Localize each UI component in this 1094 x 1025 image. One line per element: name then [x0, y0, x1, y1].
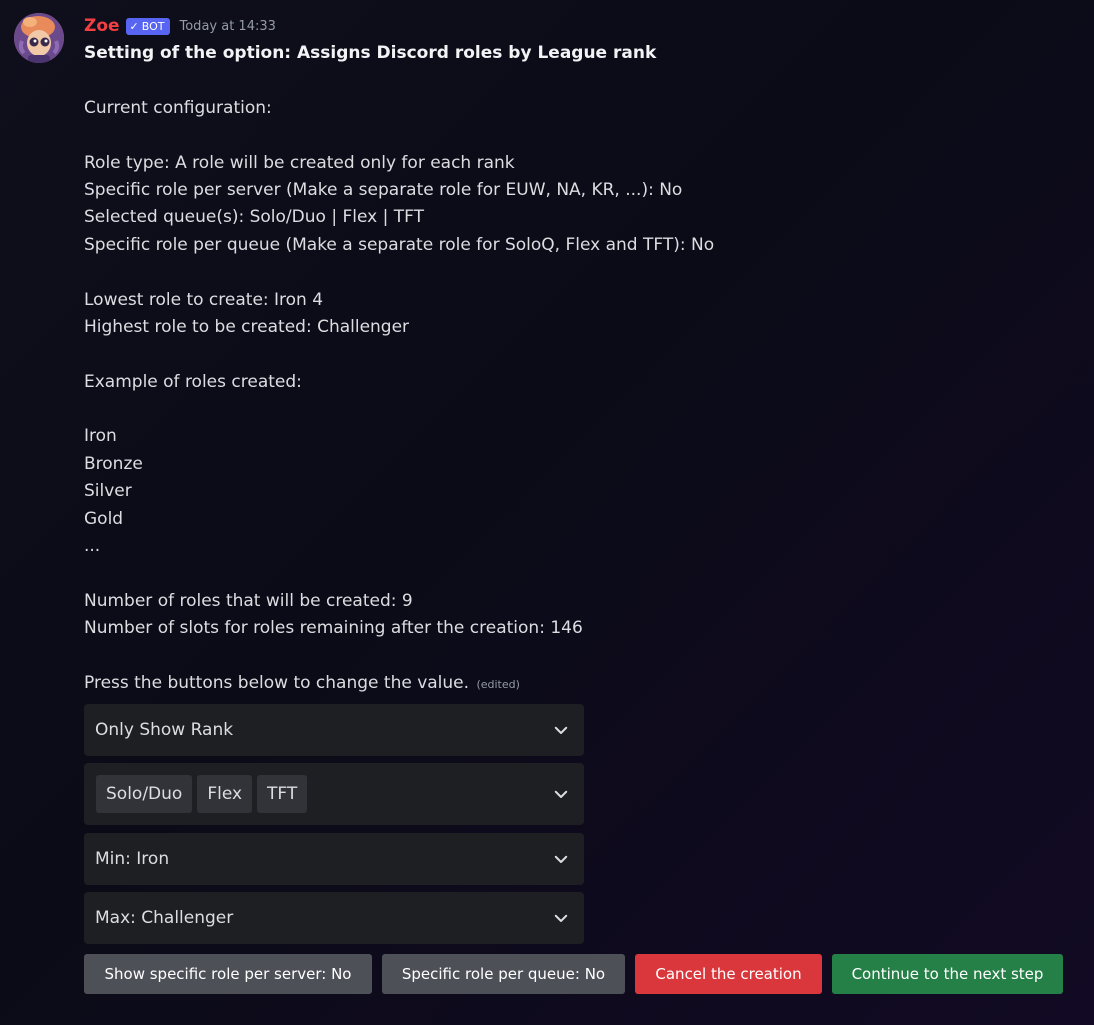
- message-line: [84, 122, 1074, 149]
- verified-check-icon: ✓: [129, 19, 139, 33]
- per-queue-toggle-button[interactable]: Specific role per queue: No: [382, 954, 625, 994]
- queue-chips: Solo/Duo Flex TFT: [96, 775, 308, 813]
- message-content: Setting of the option: Assigns Discord r…: [84, 40, 1074, 697]
- bot-tag-label: BOT: [141, 19, 165, 33]
- chevron-down-icon: [554, 726, 568, 734]
- queue-chip-flex: Flex: [197, 775, 253, 813]
- message-line: [84, 396, 1074, 423]
- chevron-down-icon: [554, 914, 568, 922]
- chevron-down-icon: [554, 855, 568, 863]
- chevron-down-icon: [554, 790, 568, 798]
- message-line: Silver: [84, 481, 132, 502]
- message-line: [84, 560, 1074, 587]
- message-line: Number of slots for roles remaining afte…: [84, 618, 583, 639]
- min-rank-select-value: Min: Iron: [95, 849, 170, 869]
- bot-tag: ✓ BOT: [125, 17, 170, 35]
- per-server-toggle-button[interactable]: Show specific role per server: No: [84, 954, 372, 994]
- message-line: [84, 67, 1074, 94]
- message-line: Highest role to be created: Challenger: [84, 316, 410, 337]
- username[interactable]: Zoe: [84, 16, 120, 36]
- message-line: Example of roles created:: [84, 371, 302, 392]
- message-line: Number of roles that will be created: 9: [84, 590, 413, 611]
- cancel-button[interactable]: Cancel the creation: [635, 954, 822, 994]
- continue-button[interactable]: Continue to the next step: [832, 954, 1063, 994]
- bot-message: Zoe ✓ BOT Today at 14:33 Setting of the …: [0, 0, 1094, 1025]
- min-rank-select[interactable]: Min: Iron: [84, 833, 584, 885]
- queue-select[interactable]: Solo/Duo Flex TFT: [84, 763, 584, 825]
- avatar-image: [14, 13, 64, 63]
- message-line: Press the buttons below to change the va…: [84, 672, 470, 693]
- message-line: Gold: [84, 508, 124, 529]
- queue-chip-solo-duo: Solo/Duo: [96, 775, 193, 813]
- message-header: Zoe ✓ BOT Today at 14:33: [84, 14, 276, 38]
- max-rank-select-value: Max: Challenger: [95, 908, 234, 928]
- message-line: Selected queue(s): Solo/Duo | Flex | TFT: [84, 207, 424, 228]
- message-line: Iron: [84, 426, 117, 447]
- message-line: [84, 643, 1074, 670]
- message-line: Specific role per queue (Make a separate…: [84, 234, 715, 255]
- message-line: Lowest role to create: Iron 4: [84, 289, 324, 310]
- max-rank-select[interactable]: Max: Challenger: [84, 892, 584, 944]
- message-line: Bronze: [84, 453, 143, 474]
- edited-label: (edited): [476, 677, 520, 691]
- message-line: Role type: A role will be created only f…: [84, 152, 515, 173]
- avatar[interactable]: [14, 13, 64, 63]
- message-line: Current configuration:: [84, 97, 272, 118]
- role-type-select[interactable]: Only Show Rank: [84, 704, 584, 756]
- message-line: [84, 259, 1074, 286]
- message-line: ...: [84, 536, 101, 557]
- message-line-last: Press the buttons below to change the va…: [84, 670, 1074, 697]
- message-line: [84, 341, 1074, 368]
- role-type-select-value: Only Show Rank: [95, 720, 234, 740]
- message-title: Setting of the option: Assigns Discord r…: [84, 43, 657, 63]
- queue-chip-tft: TFT: [257, 775, 308, 813]
- message-line: Specific role per server (Make a separat…: [84, 179, 683, 200]
- timestamp: Today at 14:33: [179, 18, 276, 34]
